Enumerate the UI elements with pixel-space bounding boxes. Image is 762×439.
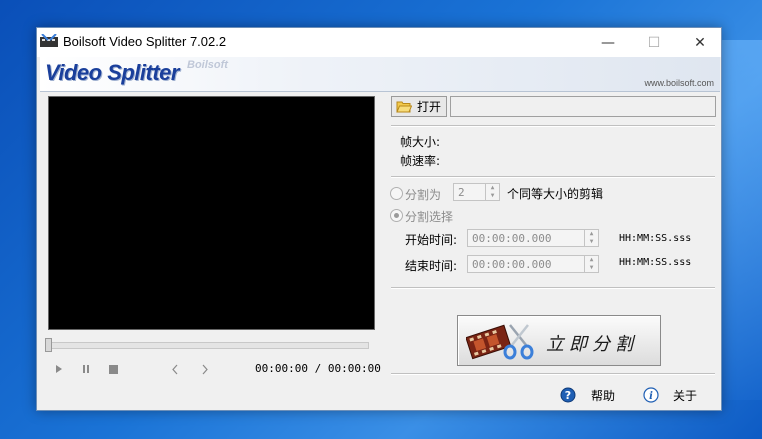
film-scissors-icon: [466, 324, 534, 360]
divider: [391, 125, 715, 127]
minimize-button[interactable]: —: [585, 28, 631, 57]
file-path-field[interactable]: [450, 96, 716, 117]
spin-down-icon: ▼: [589, 238, 594, 245]
open-button-label: 打开: [417, 100, 442, 114]
mark-end-icon: [202, 364, 208, 374]
info-icon: i: [643, 387, 659, 403]
divider: [391, 373, 715, 375]
app-window: Boilsoft Video Splitter 7.02.2 — ☐ ✕ Vid…: [36, 27, 722, 411]
start-time-value: 00:00:00.000: [472, 231, 552, 245]
stop-icon: [108, 364, 118, 374]
split-now-button[interactable]: 立即分割: [457, 315, 661, 366]
time-current: 00:00:00: [255, 362, 308, 375]
split-equal-suffix: 个同等大小的剪辑: [507, 187, 604, 201]
help-button[interactable]: ? 帮助: [558, 385, 628, 405]
start-time-label: 开始时间:: [405, 233, 458, 247]
split-count-value: 2: [458, 185, 465, 199]
mark-start-button[interactable]: [167, 361, 183, 377]
help-icon: ?: [560, 387, 576, 403]
play-button[interactable]: [51, 361, 67, 377]
stepper-arrows[interactable]: ▲ ▼: [584, 256, 598, 272]
app-icon: [40, 34, 58, 47]
spin-up-icon: ▲: [490, 184, 495, 191]
pause-button[interactable]: [78, 361, 94, 377]
banner-url: www.boilsoft.com: [644, 78, 714, 88]
stop-button[interactable]: [105, 361, 121, 377]
close-button[interactable]: ✕: [677, 28, 723, 57]
stepper-arrows[interactable]: ▲ ▼: [584, 230, 598, 246]
window-title: Boilsoft Video Splitter 7.02.2: [63, 34, 227, 49]
frame-size-label: 帧大小:: [400, 135, 441, 149]
split-equal-radio[interactable]: [390, 187, 403, 200]
video-preview: [48, 96, 375, 330]
about-label: 关于: [673, 389, 698, 403]
time-total: 00:00:00: [327, 362, 381, 375]
seek-bar[interactable]: [45, 342, 369, 349]
time-separator: /: [314, 362, 322, 375]
end-time-format: HH:MM:SS.sss: [619, 257, 692, 268]
split-now-label: 立即分割: [546, 334, 638, 355]
banner-logo: Video Splitter: [45, 60, 179, 85]
split-count-stepper[interactable]: 2 ▲ ▼: [453, 183, 500, 201]
start-time-field[interactable]: 00:00:00.000 ▲ ▼: [467, 229, 599, 247]
maximize-button[interactable]: ☐: [631, 28, 677, 57]
divider: [391, 287, 715, 289]
start-time-format: HH:MM:SS.sss: [619, 233, 692, 244]
spin-up-icon: ▲: [589, 230, 594, 237]
split-equal-label: 分割为: [405, 188, 442, 202]
spin-down-icon: ▼: [490, 192, 495, 199]
pause-icon: [83, 365, 89, 373]
seek-thumb[interactable]: [45, 338, 52, 352]
mark-start-icon: [172, 364, 178, 374]
time-readout: 00:00:00 / 00:00:00: [255, 362, 381, 375]
app-banner: Video Splitter Boilsoft www.boilsoft.com: [40, 57, 720, 92]
title-bar[interactable]: Boilsoft Video Splitter 7.02.2 — ☐ ✕: [37, 28, 721, 57]
spin-down-icon: ▼: [589, 264, 594, 271]
stepper-arrows[interactable]: ▲ ▼: [485, 184, 499, 200]
frame-rate-label: 帧速率:: [400, 154, 441, 168]
folder-open-icon: [396, 101, 412, 113]
split-select-radio[interactable]: [390, 209, 403, 222]
play-icon: [56, 365, 62, 373]
mark-end-button[interactable]: [197, 361, 213, 377]
svg-text:?: ?: [565, 389, 571, 402]
about-button[interactable]: i 关于: [641, 385, 711, 405]
help-label: 帮助: [591, 389, 616, 403]
end-time-value: 00:00:00.000: [472, 257, 552, 271]
spin-up-icon: ▲: [589, 256, 594, 263]
end-time-field[interactable]: 00:00:00.000 ▲ ▼: [467, 255, 599, 273]
open-button[interactable]: 打开: [391, 96, 447, 117]
split-select-label: 分割选择: [405, 210, 454, 224]
svg-text:i: i: [649, 391, 653, 402]
end-time-label: 结束时间:: [405, 259, 458, 273]
banner-brand: Boilsoft: [187, 59, 228, 71]
divider: [391, 176, 715, 178]
